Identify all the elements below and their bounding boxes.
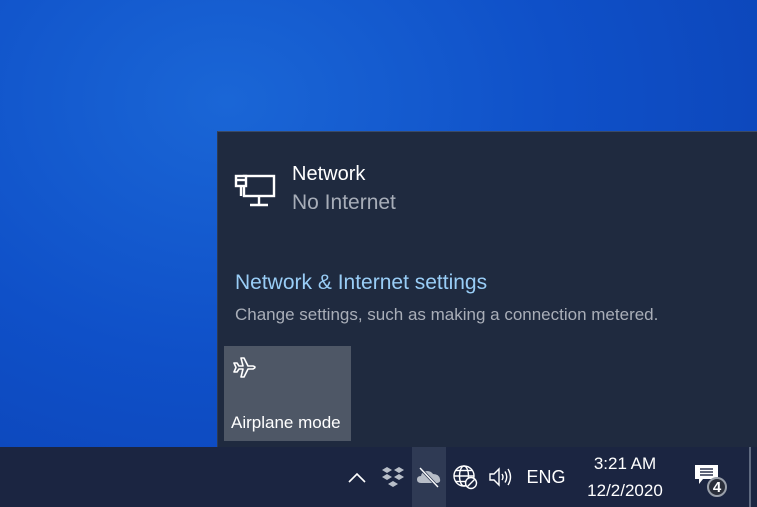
airplane-icon bbox=[233, 357, 256, 378]
airplane-mode-label: Airplane mode bbox=[231, 413, 341, 432]
network-tray-button[interactable] bbox=[450, 447, 480, 507]
dropbox-icon bbox=[382, 467, 404, 487]
show-desktop-button[interactable] bbox=[749, 447, 751, 507]
network-connection-item[interactable]: Network No Internet bbox=[234, 160, 396, 218]
onedrive-tray-button[interactable] bbox=[412, 447, 446, 507]
wired-network-icon bbox=[234, 174, 276, 207]
action-center-button[interactable]: 4 bbox=[686, 447, 730, 507]
show-hidden-icons-button[interactable] bbox=[344, 447, 370, 507]
volume-tray-button[interactable] bbox=[486, 447, 516, 507]
network-flyout: Network No Internet Network & Internet s… bbox=[217, 131, 757, 447]
clock-time: 3:21 AM bbox=[593, 454, 657, 473]
globe-blocked-icon bbox=[453, 465, 478, 490]
chevron-up-icon bbox=[348, 472, 366, 483]
network-status: No Internet bbox=[292, 191, 396, 214]
taskbar: ENG 3:21 AM 12/2/2020 4 bbox=[0, 447, 757, 507]
settings-description: Change settings, such as making a connec… bbox=[235, 305, 659, 324]
notification-count-badge: 4 bbox=[707, 477, 727, 497]
speaker-icon bbox=[489, 467, 512, 487]
dropbox-tray-button[interactable] bbox=[378, 447, 408, 507]
network-internet-settings-link[interactable]: Network & Internet settings bbox=[235, 271, 487, 295]
clock-date: 12/2/2020 bbox=[587, 481, 663, 500]
cloud-off-icon bbox=[417, 466, 441, 488]
airplane-mode-toggle[interactable]: Airplane mode bbox=[224, 346, 351, 441]
network-name: Network bbox=[292, 163, 366, 185]
clock-button[interactable]: 3:21 AM 12/2/2020 bbox=[578, 447, 672, 507]
input-language-button[interactable]: ENG bbox=[524, 447, 568, 507]
